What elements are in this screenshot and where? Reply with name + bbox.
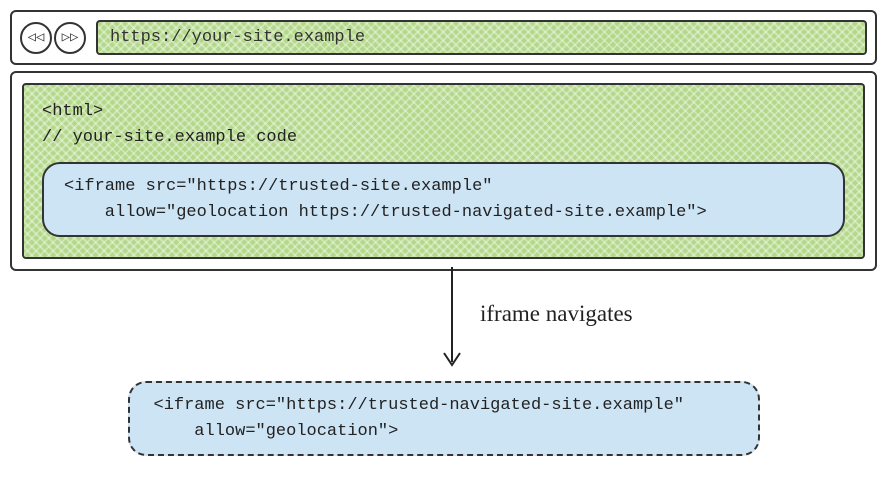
forward-button[interactable]: ▷▷ [54, 22, 86, 54]
code-line-1: <html> [42, 102, 103, 121]
address-row: ◁◁ ▷▷ https://your-site.example [20, 20, 867, 55]
iframe-nav-line2: allow="geolocation"> [154, 422, 399, 441]
browser-content-frame: <html> // your-site.example code <iframe… [10, 71, 877, 271]
arrow-zone: iframe navigates [10, 271, 877, 381]
fastforward-icon: ▷▷ [62, 29, 79, 46]
browser-window-top: ◁◁ ▷▷ https://your-site.example [10, 10, 877, 65]
first-party-page: <html> // your-site.example code <iframe… [22, 83, 865, 259]
nav-buttons: ◁◁ ▷▷ [20, 22, 86, 54]
arrow-label: iframe navigates [480, 301, 633, 327]
arrow-down-icon [440, 267, 470, 377]
navigated-wrap: <iframe src="https://trusted-navigated-s… [10, 381, 877, 456]
page-code: <html> // your-site.example code [42, 99, 845, 150]
iframe-nav-line1: <iframe src="https://trusted-navigated-s… [154, 396, 685, 415]
code-line-2: // your-site.example code [42, 128, 297, 147]
iframe-original: <iframe src="https://trusted-site.exampl… [42, 162, 845, 237]
back-button[interactable]: ◁◁ [20, 22, 52, 54]
iframe-navigated: <iframe src="https://trusted-navigated-s… [128, 381, 760, 456]
iframe-orig-line1: <iframe src="https://trusted-site.exampl… [64, 177, 492, 196]
rewind-icon: ◁◁ [28, 29, 45, 46]
address-url: https://your-site.example [110, 28, 365, 47]
address-bar[interactable]: https://your-site.example [96, 20, 867, 55]
iframe-orig-line2: allow="geolocation https://trusted-navig… [64, 203, 707, 222]
